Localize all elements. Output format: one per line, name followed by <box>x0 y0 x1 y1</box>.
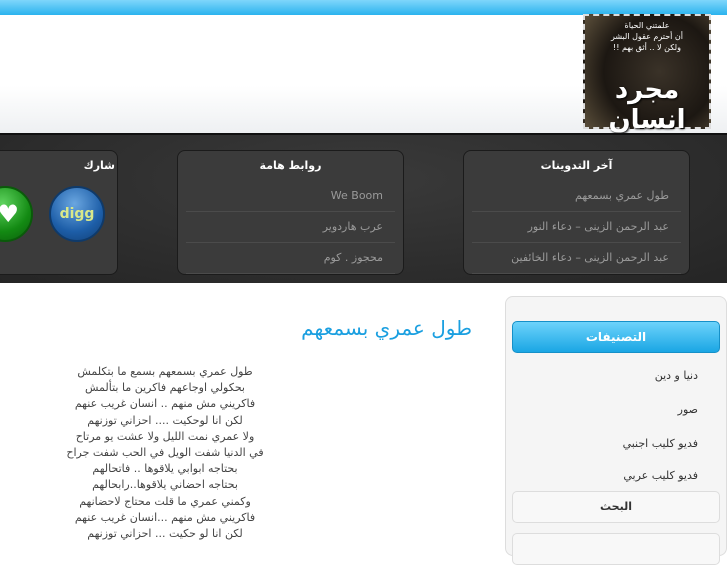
sidebar: التصنيفات دنيا و دين صور فديو كليب اجنبي… <box>505 296 727 565</box>
panel-title: شارك <box>83 159 115 172</box>
digg-button[interactable]: digg <box>49 186 105 242</box>
link-item[interactable]: محجوز . كوم <box>186 243 395 274</box>
post-body: طول عمري بسمعهم بسمع ما بتكلمش بحكولي او… <box>66 365 264 541</box>
category-link[interactable]: دنيا و دين <box>506 359 726 393</box>
share-panel: شارك digg ♥ <box>0 150 118 275</box>
featured-band: آخر التدوينات طول عمري بسمعهم عبد الرحمن… <box>0 133 727 283</box>
search-header: البحث <box>512 491 720 523</box>
site-logo[interactable]: علمتني الحياة أن أحترم عقول البشر ولكن ل… <box>583 14 711 135</box>
link-item[interactable]: We Boom <box>186 181 395 212</box>
category-link[interactable]: فديو كليب عربي <box>506 461 726 491</box>
logo-quote: علمتني الحياة أن أحترم عقول البشر ولكن ل… <box>610 21 684 52</box>
latest-post-link[interactable]: عبد الرحمن الزينى – دعاء النور <box>472 212 681 243</box>
post-title[interactable]: طول عمري بسمعهم <box>301 316 472 340</box>
heart-icon[interactable]: ♥ <box>0 186 33 242</box>
latest-post-link[interactable]: عبد الرحمن الزينى – دعاء الخائفين <box>472 243 681 274</box>
link-item[interactable]: عرب هاردوير <box>186 212 395 243</box>
category-link[interactable]: صور <box>506 393 726 427</box>
categories-header: التصنيفات <box>512 321 720 353</box>
next-widget-header <box>512 533 720 565</box>
panel-title: آخر التدوينات <box>540 159 613 172</box>
category-link[interactable]: فديو كليب اجنبي <box>506 427 726 461</box>
latest-posts-panel: آخر التدوينات طول عمري بسمعهم عبد الرحمن… <box>463 150 690 275</box>
top-bar <box>0 0 727 15</box>
important-links-panel: روابط هامة We Boom عرب هاردوير محجوز . ك… <box>177 150 404 275</box>
logo-name: مجرد انسان <box>608 75 686 135</box>
panel-title: روابط هامة <box>259 159 322 172</box>
latest-post-link[interactable]: طول عمري بسمعهم <box>472 181 681 212</box>
